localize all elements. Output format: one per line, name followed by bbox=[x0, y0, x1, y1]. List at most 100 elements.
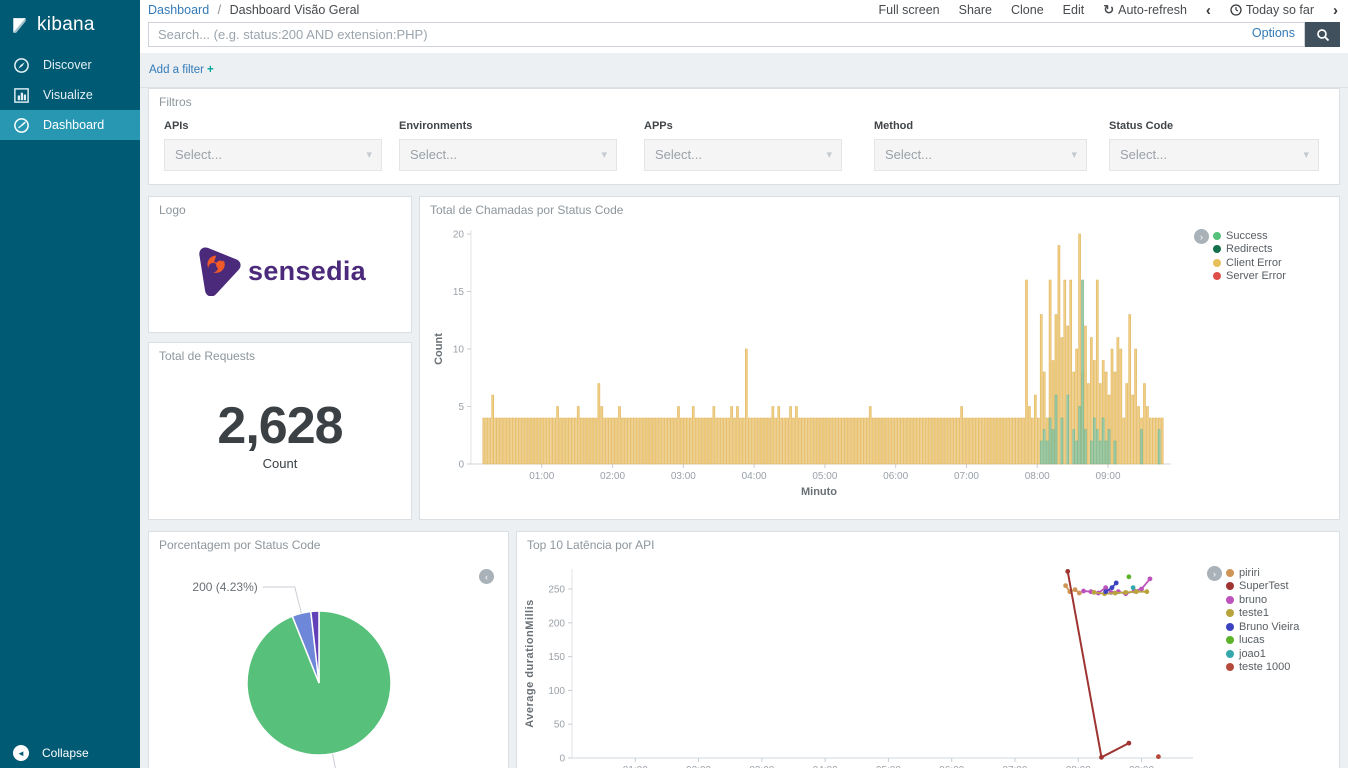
legend-dot bbox=[1226, 663, 1234, 671]
sidebar-collapse-button[interactable]: ◄ Collapse bbox=[0, 745, 140, 761]
apis-select[interactable]: Select... ▾ bbox=[164, 139, 382, 171]
legend-item[interactable]: Success bbox=[1213, 229, 1286, 243]
chevron-down-icon: ▾ bbox=[826, 140, 832, 170]
latency-line-chart[interactable]: 05010015020025001:0002:0003:0004:0005:00… bbox=[517, 557, 1205, 768]
collapse-arrow-icon: ◄ bbox=[13, 745, 29, 761]
kibana-dashboard-app: kibana Discover Visualize Das bbox=[0, 0, 1348, 768]
svg-text:03:00: 03:00 bbox=[671, 471, 696, 482]
legend-dot bbox=[1213, 272, 1221, 280]
panel-filtros: Filtros APIs Select... ▾ Environments Se… bbox=[148, 88, 1340, 185]
filter-field-status-code: Status Code Select... ▾ bbox=[1109, 120, 1319, 171]
time-range-picker[interactable]: Today so far bbox=[1230, 3, 1314, 17]
status-code-select[interactable]: Select... ▾ bbox=[1109, 139, 1319, 171]
legend-dot bbox=[1226, 582, 1234, 590]
filter-bar: Add a filter+ bbox=[140, 53, 1348, 88]
svg-text:09:00: 09:00 bbox=[1096, 471, 1121, 482]
sidebar-item-label: Visualize bbox=[43, 88, 93, 102]
legend-item[interactable]: piriri bbox=[1226, 566, 1299, 580]
legend-item[interactable]: Server Error bbox=[1213, 270, 1286, 284]
legend-label: Redirects bbox=[1226, 243, 1272, 255]
panel-title: Top 10 Latência por API bbox=[517, 532, 1339, 552]
svg-text:200: 200 bbox=[548, 618, 565, 629]
chevron-down-icon: ▾ bbox=[1071, 140, 1077, 170]
kibana-logo-icon bbox=[11, 17, 28, 34]
sidebar-item-discover[interactable]: Discover bbox=[0, 50, 140, 80]
search-options-link[interactable]: Options bbox=[1252, 26, 1295, 40]
environments-select[interactable]: Select... ▾ bbox=[399, 139, 617, 171]
legend-item[interactable]: teste1 bbox=[1226, 607, 1299, 621]
search-button[interactable] bbox=[1305, 22, 1340, 47]
add-filter-button[interactable]: Add a filter+ bbox=[149, 64, 214, 76]
clone-button[interactable]: Clone bbox=[1011, 3, 1044, 17]
legend-label: Success bbox=[1226, 230, 1268, 242]
status-pie-chart[interactable]: 404 (93.95%)200 (4.23%) bbox=[149, 557, 508, 768]
auto-refresh-button[interactable]: ↻ Auto-refresh bbox=[1103, 2, 1187, 18]
legend-expand-icon[interactable]: › bbox=[1207, 566, 1222, 581]
brand-text: kibana bbox=[37, 14, 95, 36]
panel-title: Total de Requests bbox=[149, 343, 411, 363]
legend-label: SuperTest bbox=[1239, 580, 1289, 592]
legend-item[interactable]: joao1 bbox=[1226, 647, 1299, 661]
svg-text:5: 5 bbox=[458, 402, 464, 413]
legend-label: Client Error bbox=[1226, 257, 1282, 269]
legend-item[interactable]: SuperTest bbox=[1226, 580, 1299, 594]
legend-item[interactable]: lucas bbox=[1226, 634, 1299, 648]
svg-text:01:00: 01:00 bbox=[529, 471, 554, 482]
sensedia-logo: sensedia bbox=[149, 221, 411, 321]
legend-item[interactable]: Redirects bbox=[1213, 243, 1286, 257]
legend-label: piriri bbox=[1239, 567, 1260, 579]
breadcrumb-dashboard-link[interactable]: Dashboard bbox=[148, 3, 209, 17]
total-requests-value: 2,628 bbox=[217, 396, 342, 456]
panel-latency-line-chart: Top 10 Latência por API 0501001502002500… bbox=[516, 531, 1340, 768]
dashboard-gauge-icon bbox=[13, 117, 30, 134]
sidebar-item-visualize[interactable]: Visualize bbox=[0, 80, 140, 110]
time-forward-button[interactable]: › bbox=[1333, 3, 1338, 18]
top-actions: Full screen Share Clone Edit ↻ Auto-refr… bbox=[879, 2, 1339, 18]
top-nav-bar: Dashboard / Dashboard Visão Geral Full s… bbox=[140, 0, 1348, 20]
apps-select[interactable]: Select... ▾ bbox=[644, 139, 842, 171]
full-screen-button[interactable]: Full screen bbox=[879, 3, 940, 17]
breadcrumb-separator: / bbox=[218, 3, 221, 17]
plus-icon: + bbox=[207, 64, 214, 76]
sensedia-logo-text: sensedia bbox=[248, 256, 366, 287]
sidebar-item-dashboard[interactable]: Dashboard bbox=[0, 110, 140, 140]
chevron-down-icon: ▾ bbox=[366, 140, 372, 170]
svg-text:20: 20 bbox=[453, 230, 465, 241]
legend-dot bbox=[1213, 232, 1221, 240]
svg-text:Count: Count bbox=[433, 333, 445, 365]
method-select[interactable]: Select... ▾ bbox=[874, 139, 1087, 171]
edit-button[interactable]: Edit bbox=[1063, 3, 1085, 17]
filter-field-apis: APIs Select... ▾ bbox=[164, 120, 382, 171]
refresh-icon: ↻ bbox=[1103, 2, 1114, 18]
legend-label: bruno bbox=[1239, 594, 1267, 606]
sidebar-item-label: Dashboard bbox=[43, 118, 104, 132]
legend-dot bbox=[1226, 609, 1234, 617]
breadcrumb: Dashboard / Dashboard Visão Geral bbox=[148, 3, 359, 17]
legend-item[interactable]: teste 1000 bbox=[1226, 661, 1299, 675]
sidebar: kibana Discover Visualize Das bbox=[0, 0, 140, 768]
legend-label: lucas bbox=[1239, 634, 1265, 646]
breadcrumb-current: Dashboard Visão Geral bbox=[230, 3, 360, 17]
legend-label: joao1 bbox=[1239, 648, 1266, 660]
legend-label: teste1 bbox=[1239, 607, 1269, 619]
time-back-button[interactable]: ‹ bbox=[1206, 3, 1211, 18]
svg-text:200 (4.23%): 200 (4.23%) bbox=[192, 580, 257, 594]
svg-text:150: 150 bbox=[548, 652, 565, 663]
svg-text:15: 15 bbox=[453, 287, 465, 298]
share-button[interactable]: Share bbox=[959, 3, 992, 17]
svg-text:Average durationMillis: Average durationMillis bbox=[524, 599, 536, 728]
kibana-logo[interactable]: kibana bbox=[0, 0, 140, 50]
panel-total-requests: Total de Requests 2,628 Count bbox=[148, 342, 412, 520]
legend-label: Server Error bbox=[1226, 270, 1286, 282]
legend-item[interactable]: Bruno Vieira bbox=[1226, 620, 1299, 634]
search-bar: Options bbox=[140, 20, 1348, 53]
svg-text:10: 10 bbox=[453, 345, 465, 356]
legend-item[interactable]: bruno bbox=[1226, 593, 1299, 607]
search-input[interactable] bbox=[148, 22, 1305, 47]
svg-text:250: 250 bbox=[548, 585, 565, 596]
legend-item[interactable]: Client Error bbox=[1213, 256, 1286, 270]
svg-text:Minuto: Minuto bbox=[801, 486, 837, 498]
svg-text:0: 0 bbox=[559, 754, 565, 765]
legend-expand-icon[interactable]: › bbox=[1194, 229, 1209, 244]
status-bar-chart[interactable]: 0510152001:0002:0003:0004:0005:0006:0007… bbox=[420, 223, 1192, 509]
